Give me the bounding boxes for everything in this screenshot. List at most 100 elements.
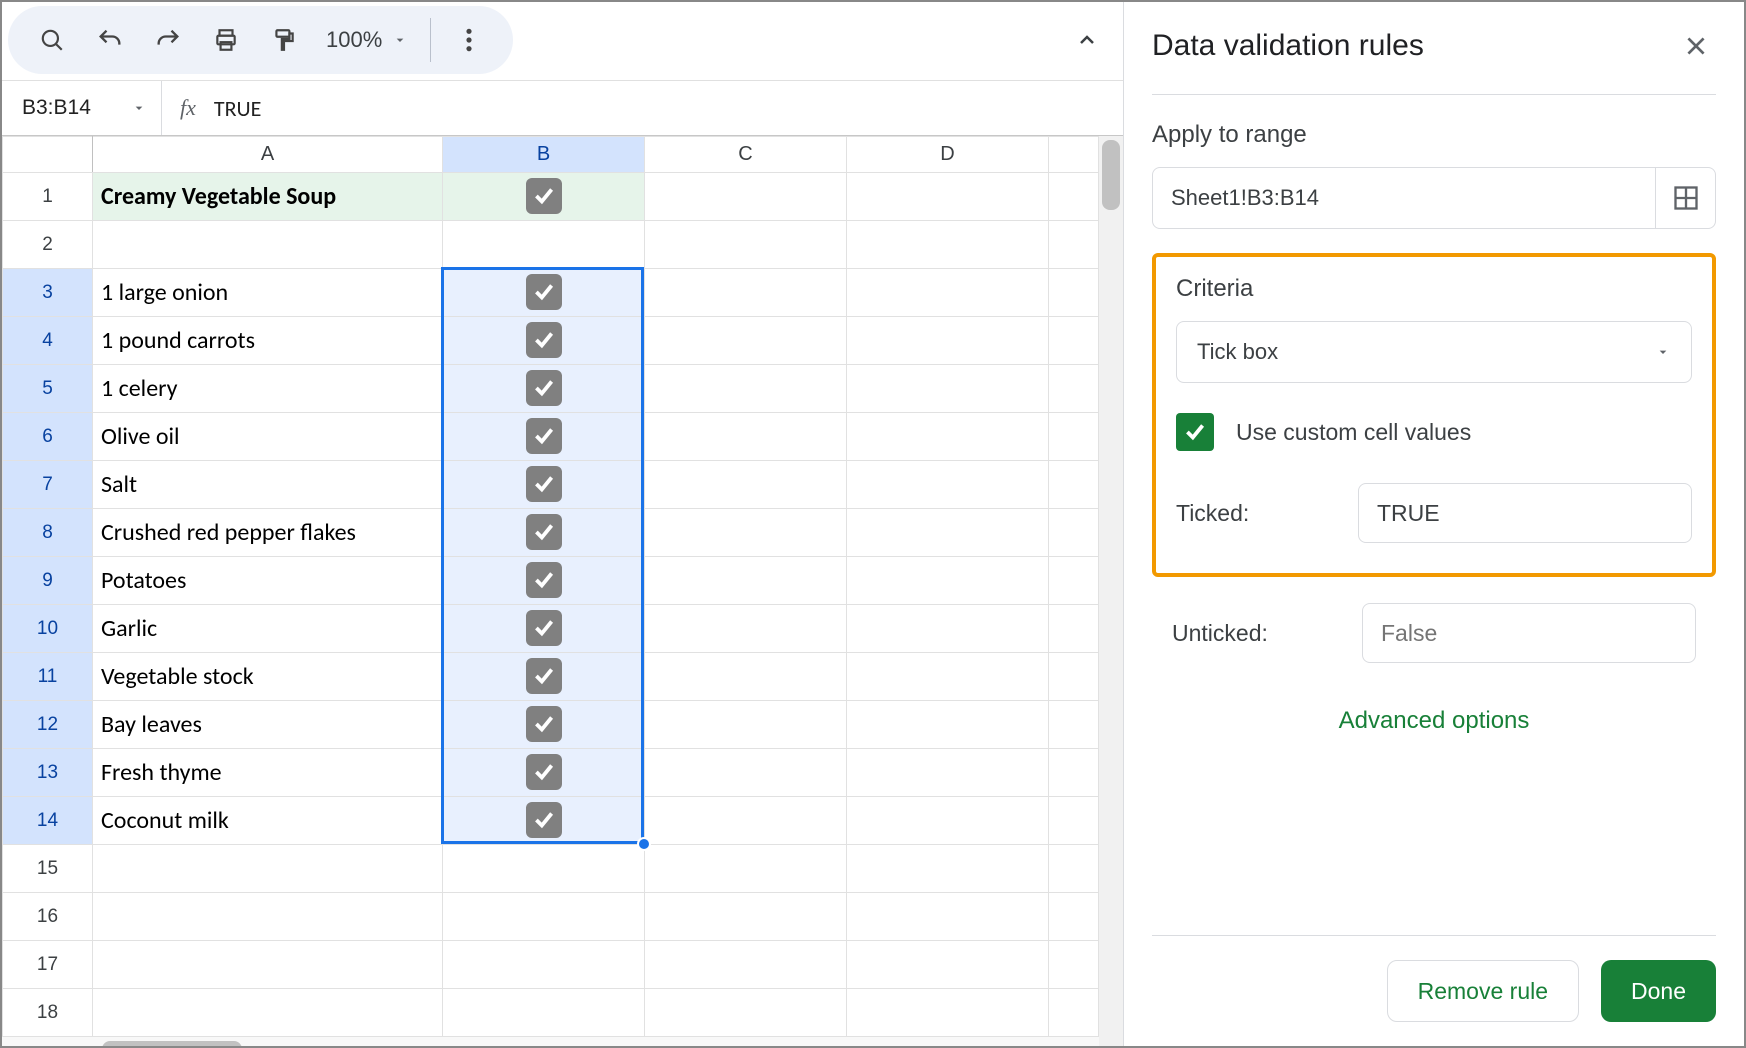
cell-C3[interactable] bbox=[645, 269, 847, 317]
checkbox-icon[interactable] bbox=[526, 466, 562, 502]
cell-C2[interactable] bbox=[645, 221, 847, 269]
row-header-18[interactable]: 18 bbox=[3, 989, 93, 1037]
checkbox-icon[interactable] bbox=[526, 658, 562, 694]
col-header-A[interactable]: A bbox=[93, 137, 443, 173]
done-button[interactable]: Done bbox=[1601, 960, 1716, 1022]
cell-C1[interactable] bbox=[645, 173, 847, 221]
zoom-selector[interactable]: 100% bbox=[316, 27, 418, 53]
range-input[interactable] bbox=[1152, 167, 1656, 229]
cell-A2[interactable] bbox=[93, 221, 443, 269]
scroll-right-icon[interactable] bbox=[1071, 1037, 1099, 1046]
cell-D6[interactable] bbox=[847, 413, 1049, 461]
cell-A14[interactable]: Coconut milk bbox=[93, 797, 443, 845]
undo-icon[interactable] bbox=[84, 14, 136, 66]
cell-C18[interactable] bbox=[645, 989, 847, 1037]
checkbox-icon[interactable] bbox=[526, 706, 562, 742]
more-icon[interactable] bbox=[443, 14, 495, 66]
search-icon[interactable] bbox=[26, 14, 78, 66]
custom-values-checkbox[interactable] bbox=[1176, 413, 1214, 451]
col-header-B[interactable]: B bbox=[443, 137, 645, 173]
cell-B16[interactable] bbox=[443, 893, 645, 941]
checkbox-icon[interactable] bbox=[526, 562, 562, 598]
row-header-3[interactable]: 3 bbox=[3, 269, 93, 317]
cell-D9[interactable] bbox=[847, 557, 1049, 605]
cell-B18[interactable] bbox=[443, 989, 645, 1037]
scroll-left-icon[interactable] bbox=[1043, 1037, 1071, 1046]
cell-A15[interactable] bbox=[93, 845, 443, 893]
cell-C16[interactable] bbox=[645, 893, 847, 941]
cell-D4[interactable] bbox=[847, 317, 1049, 365]
cell-A11[interactable]: Vegetable stock bbox=[93, 653, 443, 701]
name-box[interactable]: B3:B14 bbox=[2, 81, 162, 135]
cell-B9[interactable] bbox=[443, 557, 645, 605]
cell-A17[interactable] bbox=[93, 941, 443, 989]
checkbox-icon[interactable] bbox=[526, 610, 562, 646]
cell-D16[interactable] bbox=[847, 893, 1049, 941]
cell-A1[interactable]: Creamy Vegetable Soup bbox=[93, 173, 443, 221]
cell-B10[interactable] bbox=[443, 605, 645, 653]
cell-B8[interactable] bbox=[443, 509, 645, 557]
checkbox-icon[interactable] bbox=[526, 178, 562, 214]
cell-D13[interactable] bbox=[847, 749, 1049, 797]
cell-A12[interactable]: Bay leaves bbox=[93, 701, 443, 749]
row-header-16[interactable]: 16 bbox=[3, 893, 93, 941]
cell-B1[interactable] bbox=[443, 173, 645, 221]
formula-value[interactable]: TRUE bbox=[214, 95, 262, 122]
row-header-15[interactable]: 15 bbox=[3, 845, 93, 893]
cell-B13[interactable] bbox=[443, 749, 645, 797]
cell-B17[interactable] bbox=[443, 941, 645, 989]
cell-B11[interactable] bbox=[443, 653, 645, 701]
criteria-select[interactable]: Tick box bbox=[1176, 321, 1692, 383]
cell-D2[interactable] bbox=[847, 221, 1049, 269]
redo-icon[interactable] bbox=[142, 14, 194, 66]
cell-A8[interactable]: Crushed red pepper flakes bbox=[93, 509, 443, 557]
horizontal-scrollbar[interactable] bbox=[2, 1037, 1099, 1046]
cell-A5[interactable]: 1 celery bbox=[93, 365, 443, 413]
cell-C5[interactable] bbox=[645, 365, 847, 413]
cell-C10[interactable] bbox=[645, 605, 847, 653]
cell-A18[interactable] bbox=[93, 989, 443, 1037]
select-range-icon[interactable] bbox=[1656, 167, 1716, 229]
checkbox-icon[interactable] bbox=[526, 418, 562, 454]
cell-B7[interactable] bbox=[443, 461, 645, 509]
row-header-5[interactable]: 5 bbox=[3, 365, 93, 413]
paint-format-icon[interactable] bbox=[258, 14, 310, 66]
checkbox-icon[interactable] bbox=[526, 274, 562, 310]
row-header-4[interactable]: 4 bbox=[3, 317, 93, 365]
cell-D15[interactable] bbox=[847, 845, 1049, 893]
cell-D17[interactable] bbox=[847, 941, 1049, 989]
cell-A4[interactable]: 1 pound carrots bbox=[93, 317, 443, 365]
cell-C9[interactable] bbox=[645, 557, 847, 605]
vertical-scrollbar[interactable] bbox=[1099, 136, 1123, 1046]
cell-D3[interactable] bbox=[847, 269, 1049, 317]
cell-D1[interactable] bbox=[847, 173, 1049, 221]
col-header-D[interactable]: D bbox=[847, 137, 1049, 173]
cell-A3[interactable]: 1 large onion bbox=[93, 269, 443, 317]
row-header-10[interactable]: 10 bbox=[3, 605, 93, 653]
cell-A10[interactable]: Garlic bbox=[93, 605, 443, 653]
cell-B14[interactable] bbox=[443, 797, 645, 845]
cell-C13[interactable] bbox=[645, 749, 847, 797]
cell-D10[interactable] bbox=[847, 605, 1049, 653]
cell-C11[interactable] bbox=[645, 653, 847, 701]
cell-B4[interactable] bbox=[443, 317, 645, 365]
select-all-corner[interactable] bbox=[3, 137, 93, 173]
row-header-2[interactable]: 2 bbox=[3, 221, 93, 269]
cell-D8[interactable] bbox=[847, 509, 1049, 557]
unticked-input[interactable] bbox=[1362, 603, 1696, 663]
cell-C7[interactable] bbox=[645, 461, 847, 509]
cell-A13[interactable]: Fresh thyme bbox=[93, 749, 443, 797]
cell-C14[interactable] bbox=[645, 797, 847, 845]
advanced-options-button[interactable]: Advanced options bbox=[1152, 707, 1716, 735]
checkbox-icon[interactable] bbox=[526, 322, 562, 358]
row-header-8[interactable]: 8 bbox=[3, 509, 93, 557]
cell-C8[interactable] bbox=[645, 509, 847, 557]
checkbox-icon[interactable] bbox=[526, 754, 562, 790]
cell-A16[interactable] bbox=[93, 893, 443, 941]
row-header-9[interactable]: 9 bbox=[3, 557, 93, 605]
cell-B12[interactable] bbox=[443, 701, 645, 749]
row-header-6[interactable]: 6 bbox=[3, 413, 93, 461]
cell-C17[interactable] bbox=[645, 941, 847, 989]
cell-D18[interactable] bbox=[847, 989, 1049, 1037]
cell-B6[interactable] bbox=[443, 413, 645, 461]
